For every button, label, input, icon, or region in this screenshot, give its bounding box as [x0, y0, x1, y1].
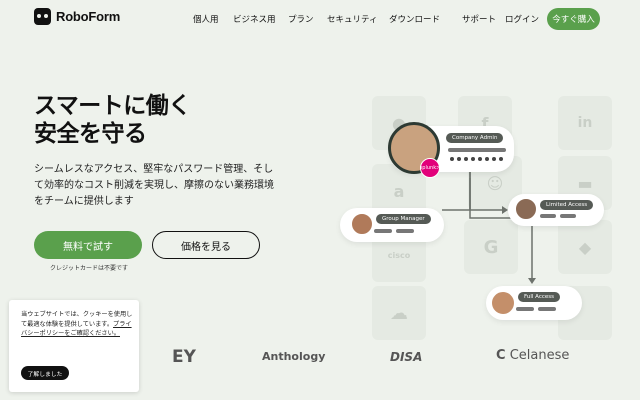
- limited-access-bar-2: [560, 214, 576, 218]
- nav-item-download[interactable]: ダウンロード: [389, 13, 440, 25]
- group-manager-label: Group Manager: [376, 214, 431, 224]
- group-manager-avatar: [350, 212, 374, 236]
- roboform-logo-icon: [34, 8, 51, 25]
- nav-item-business[interactable]: ビジネス用: [233, 13, 276, 25]
- brand-name: RoboForm: [56, 9, 121, 24]
- nav-item-security[interactable]: セキュリティ: [327, 13, 378, 25]
- nav-item-login[interactable]: ログイン: [505, 13, 539, 25]
- full-access-bar-1: [516, 307, 534, 311]
- hero-illustration: ● f in a ☺ ▬ cisco G ◆ ☁ Company Admin s…: [340, 92, 640, 340]
- group-manager-bar-1: [374, 229, 392, 233]
- hero-description: シームレスなアクセス、堅牢なパスワード管理、そして効率的なコスト削減を実現し、摩…: [34, 164, 274, 207]
- hero-title-line2: 安全を守る: [34, 121, 147, 147]
- cookie-accept-button[interactable]: 了解しました: [21, 366, 69, 380]
- logo[interactable]: RoboForm: [34, 8, 120, 25]
- buy-now-button[interactable]: 今すぐ購入: [547, 8, 600, 30]
- limited-access-avatar: [514, 197, 538, 221]
- header: RoboForm 個人用 ビジネス用 プラン セキュリティ ダウンロード サポー…: [0, 0, 640, 38]
- hero-title-line1: スマートに働く: [34, 93, 191, 119]
- limited-access-bar-1: [540, 214, 556, 218]
- brand-ey: EY: [172, 347, 196, 367]
- password-dots: [450, 157, 503, 161]
- celanese-icon: C: [496, 348, 506, 363]
- company-admin-label: Company Admin: [446, 133, 504, 143]
- brand-disa: DISA: [390, 350, 423, 364]
- nav-item-support[interactable]: サポート: [462, 13, 496, 25]
- nav-item-personal[interactable]: 個人用: [193, 13, 219, 25]
- full-access-bar-2: [538, 307, 556, 311]
- limited-access-label: Limited Access: [540, 200, 594, 210]
- company-admin-bar: [448, 148, 506, 152]
- brand-anthology: Anthology: [262, 350, 326, 363]
- celanese-label: Celanese: [509, 348, 570, 363]
- hero-title: スマートに働く 安全を守る: [34, 92, 191, 148]
- full-access-label: Full Access: [518, 292, 560, 302]
- brand-celanese: C Celanese: [496, 348, 569, 363]
- cookie-text: 当ウェブサイトでは、クッキーを使用して最適な体験を提供しています。プライバシーポ…: [21, 310, 133, 339]
- group-manager-bar-2: [396, 229, 414, 233]
- full-access-avatar: [490, 290, 516, 316]
- no-credit-card-note: クレジットカードは不要です: [50, 265, 129, 272]
- cookie-banner: 当ウェブサイトでは、クッキーを使用して最適な体験を提供しています。プライバシーポ…: [9, 300, 139, 392]
- nav-item-plans[interactable]: プラン: [288, 13, 314, 25]
- free-trial-button[interactable]: 無料で試す: [34, 231, 142, 259]
- splunk-badge: splunk>: [420, 158, 440, 178]
- view-pricing-button[interactable]: 価格を見る: [152, 231, 260, 259]
